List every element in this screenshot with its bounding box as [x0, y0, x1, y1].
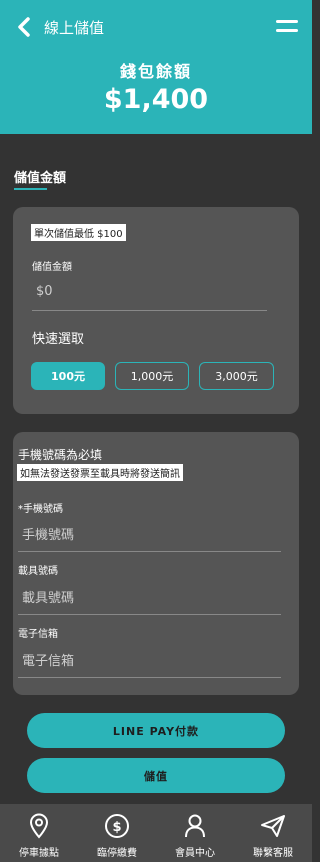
- nav-label: 停車據點: [19, 848, 59, 859]
- quick-select-label: 快速選取: [32, 332, 85, 347]
- email-input[interactable]: 電子信箱: [22, 650, 74, 669]
- svg-text:$: $: [112, 820, 121, 835]
- min-amount-note: 單次儲值最低 $100: [31, 224, 126, 241]
- sms-note: 如無法發送發票至載具時將發送簡訊: [17, 464, 183, 481]
- chevron-left-icon: [18, 17, 30, 37]
- menu-icon: [276, 20, 298, 23]
- menu-button[interactable]: [276, 20, 298, 36]
- user-icon: [181, 812, 209, 840]
- amount-underline: [32, 310, 267, 311]
- dollar-circle-icon: $: [103, 812, 131, 840]
- linepay-button[interactable]: LINE PAY付款: [27, 713, 285, 748]
- wallet-amount: $1,400: [103, 84, 209, 115]
- phone-required-title: 手機號碼為必填: [18, 448, 103, 462]
- email-underline: [18, 677, 281, 678]
- paper-plane-icon: [259, 812, 287, 840]
- nav-label: 臨停繳費: [97, 848, 137, 859]
- nav-item-parking[interactable]: 停車據點: [0, 804, 78, 862]
- quick-option-100[interactable]: 100元: [31, 362, 105, 390]
- quick-option-1000[interactable]: 1,000元: [115, 362, 189, 390]
- nav-item-member[interactable]: 會員中心: [156, 804, 234, 862]
- quick-option-3000[interactable]: 3,000元: [199, 362, 274, 390]
- header: 線上儲值 錢包餘額 $1,400: [0, 0, 312, 134]
- nav-item-support[interactable]: 聯繫客服: [234, 804, 312, 862]
- email-label: 電子信箱: [18, 629, 58, 640]
- nav-label: 聯繫客服: [253, 848, 293, 859]
- phone-label: *手機號碼: [18, 504, 63, 515]
- phone-underline: [18, 551, 281, 552]
- location-pin-icon: [25, 812, 53, 840]
- nav-item-payment[interactable]: $ 臨停繳費: [78, 804, 156, 862]
- amount-label: 儲值金額: [32, 262, 72, 273]
- bottom-nav: 停車據點 $ 臨停繳費 會員中心 聯繫客服: [0, 804, 312, 862]
- section-underline: [14, 188, 47, 190]
- amount-input[interactable]: $0: [36, 284, 53, 299]
- wallet-label: 錢包餘額: [119, 62, 192, 81]
- section-title: 儲值金額: [14, 171, 67, 186]
- nav-label: 會員中心: [175, 848, 215, 859]
- carrier-underline: [18, 614, 281, 615]
- carrier-label: 載具號碼: [18, 566, 58, 577]
- page-title: 線上儲值: [44, 19, 105, 37]
- back-button[interactable]: [14, 14, 34, 40]
- carrier-input[interactable]: 載具號碼: [22, 587, 74, 606]
- topup-button[interactable]: 儲值: [27, 758, 285, 793]
- phone-input[interactable]: 手機號碼: [22, 524, 74, 543]
